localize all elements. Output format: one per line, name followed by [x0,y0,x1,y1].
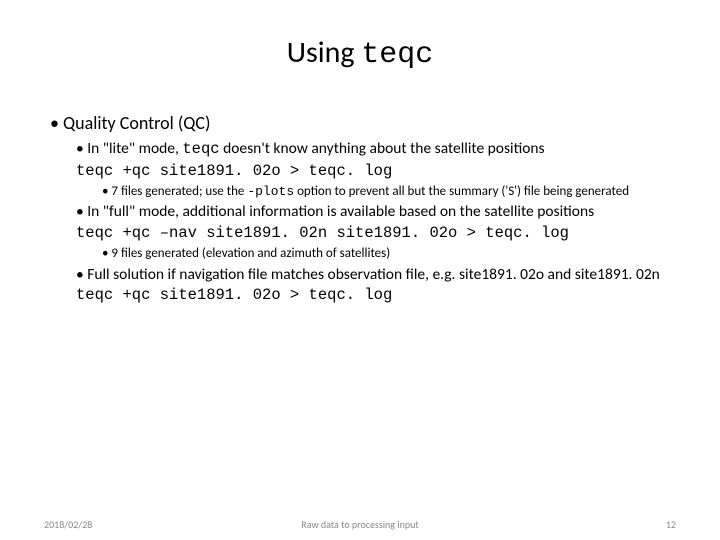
lite-sub-pre: 7 files generated; use the [111,184,247,199]
command-lite: teqc +qc site1891. 02o > teqc. log [76,162,670,182]
footer-page-number: 12 [666,518,676,531]
lite-sub-line: 7 files generated; use the -plots option… [102,184,670,201]
full-mode-line: In "full" mode, additional information i… [76,202,670,222]
lite-sub-code: -plots [247,184,294,199]
lite-mode-line: In "lite" mode, teqc doesn't know anythi… [76,139,670,160]
slide: Using teqc Quality Control (QC) In "lite… [0,0,720,540]
title-code: teqc [361,38,433,72]
slide-body: Quality Control (QC) In "lite" mode, teq… [0,78,720,306]
heading-qc: Quality Control (QC) [50,112,670,135]
full-sub-line: 9 files generated (elevation and azimuth… [102,246,670,263]
bullet-icon [76,139,87,158]
footer-title: Raw data to processing input [0,518,720,531]
bullet-icon [102,184,111,199]
slide-title: Using teqc [0,0,720,78]
lite-sub-post: option to prevent all but the summary ('… [294,184,629,199]
lite-pre: In "lite" mode, [87,139,182,158]
lite-code: teqc [182,140,219,158]
title-prefix: Using [287,34,362,71]
match-line: Full solution if navigation file matches… [76,265,670,285]
command-full: teqc +qc –nav site1891. 02n site1891. 02… [76,224,670,244]
command-match: teqc +qc site1891. 02o > teqc. log [76,286,670,306]
lite-post: doesn't know anything about the satellit… [220,139,545,158]
